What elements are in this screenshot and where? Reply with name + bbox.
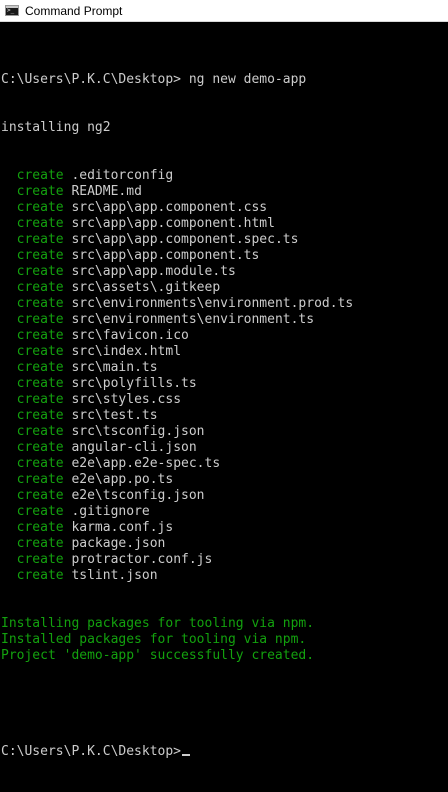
create-keyword: create [16,312,64,327]
create-line: create protractor.conf.js [1,552,448,568]
created-files-list: create .editorconfig create README.md cr… [1,168,448,584]
create-keyword: create [16,296,64,311]
create-keyword: create [16,264,64,279]
create-line: create src\favicon.ico [1,328,448,344]
status-line: Installed packages for tooling via npm. [1,632,307,647]
create-line: create src\index.html [1,344,448,360]
create-keyword: create [16,536,64,551]
file-path: src\main.ts [71,360,158,375]
create-keyword: create [16,280,64,295]
create-line: create src\environments\environment.prod… [1,296,448,312]
status-line: Installing packages for tooling via npm. [1,616,315,631]
final-prompt: C:\Users\P.K.C\Desktop> [1,744,182,759]
create-line: create src\assets\.gitkeep [1,280,448,296]
window-title: Command Prompt [25,3,123,18]
terminal-output[interactable]: C:\Users\P.K.C\Desktop> ng new demo-app … [0,22,448,792]
installing-line: installing ng2 [1,120,111,135]
create-keyword: create [16,520,64,535]
command-line: C:\Users\P.K.C\Desktop> ng new demo-app [1,72,448,88]
file-path: .editorconfig [71,168,174,183]
create-line: create src\polyfills.ts [1,376,448,392]
prompt: C:\Users\P.K.C\Desktop> [1,72,182,87]
status-line: Project 'demo-app' successfully created. [1,648,315,663]
file-path: src\app\app.component.spec.ts [71,232,299,247]
create-keyword: create [16,552,64,567]
create-keyword: create [16,328,64,343]
status-messages: Installing packages for tooling via npm.… [1,616,448,664]
file-path: protractor.conf.js [71,552,213,567]
create-line: create src\app\app.component.ts [1,248,448,264]
file-path: angular-cli.json [71,440,197,455]
create-line: create package.json [1,536,448,552]
file-path: src\environments\environment.prod.ts [71,296,354,311]
file-path: src\tsconfig.json [71,424,205,439]
file-path: package.json [71,536,166,551]
file-path: e2e\app.po.ts [71,472,174,487]
create-keyword: create [16,360,64,375]
create-keyword: create [16,424,64,439]
create-line: create src\app\app.component.html [1,216,448,232]
create-line: create e2e\app.po.ts [1,472,448,488]
create-keyword: create [16,472,64,487]
file-path: .gitignore [71,504,150,519]
create-line: create angular-cli.json [1,440,448,456]
create-line: create .gitignore [1,504,448,520]
file-path: src\test.ts [71,408,158,423]
create-line: create src\main.ts [1,360,448,376]
create-keyword: create [16,200,64,215]
create-keyword: create [16,488,64,503]
file-path: README.md [71,184,142,199]
create-keyword: create [16,168,64,183]
create-line: create README.md [1,184,448,200]
create-line: create src\tsconfig.json [1,424,448,440]
file-path: e2e\app.e2e-spec.ts [71,456,221,471]
create-line: create src\styles.css [1,392,448,408]
create-line: create src\app\app.component.css [1,200,448,216]
create-line: create e2e\tsconfig.json [1,488,448,504]
file-path: src\index.html [71,344,182,359]
file-path: src\app\app.component.ts [71,248,260,263]
file-path: src\polyfills.ts [71,376,197,391]
create-keyword: create [16,376,64,391]
file-path: karma.conf.js [71,520,174,535]
create-line: create e2e\app.e2e-spec.ts [1,456,448,472]
command-text: ng new demo-app [181,72,307,87]
final-prompt-line[interactable]: C:\Users\P.K.C\Desktop> [1,744,448,760]
file-path: src\app\app.module.ts [71,264,236,279]
create-line: create tslint.json [1,568,448,584]
create-keyword: create [16,456,64,471]
create-line: create src\app\app.component.spec.ts [1,232,448,248]
create-line: create src\environments\environment.ts [1,312,448,328]
create-keyword: create [16,440,64,455]
title-bar[interactable]: Command Prompt [0,0,448,22]
file-path: e2e\tsconfig.json [71,488,205,503]
file-path: src\assets\.gitkeep [71,280,221,295]
create-keyword: create [16,392,64,407]
command-prompt-icon [5,5,19,16]
file-path: src\styles.css [71,392,182,407]
create-keyword: create [16,504,64,519]
file-path: src\environments\environment.ts [71,312,315,327]
file-path: src\app\app.component.html [71,216,275,231]
create-keyword: create [16,568,64,583]
create-keyword: create [16,408,64,423]
create-keyword: create [16,248,64,263]
create-keyword: create [16,184,64,199]
file-path: tslint.json [71,568,158,583]
create-line: create karma.conf.js [1,520,448,536]
file-path: src\app\app.component.css [71,200,268,215]
create-keyword: create [16,344,64,359]
command-prompt-window: Command Prompt C:\Users\P.K.C\Desktop> n… [0,0,448,759]
create-keyword: create [16,232,64,247]
create-keyword: create [16,216,64,231]
file-path: src\favicon.ico [71,328,189,343]
create-line: create .editorconfig [1,168,448,184]
create-line: create src\test.ts [1,408,448,424]
create-line: create src\app\app.module.ts [1,264,448,280]
text-cursor [182,754,191,756]
